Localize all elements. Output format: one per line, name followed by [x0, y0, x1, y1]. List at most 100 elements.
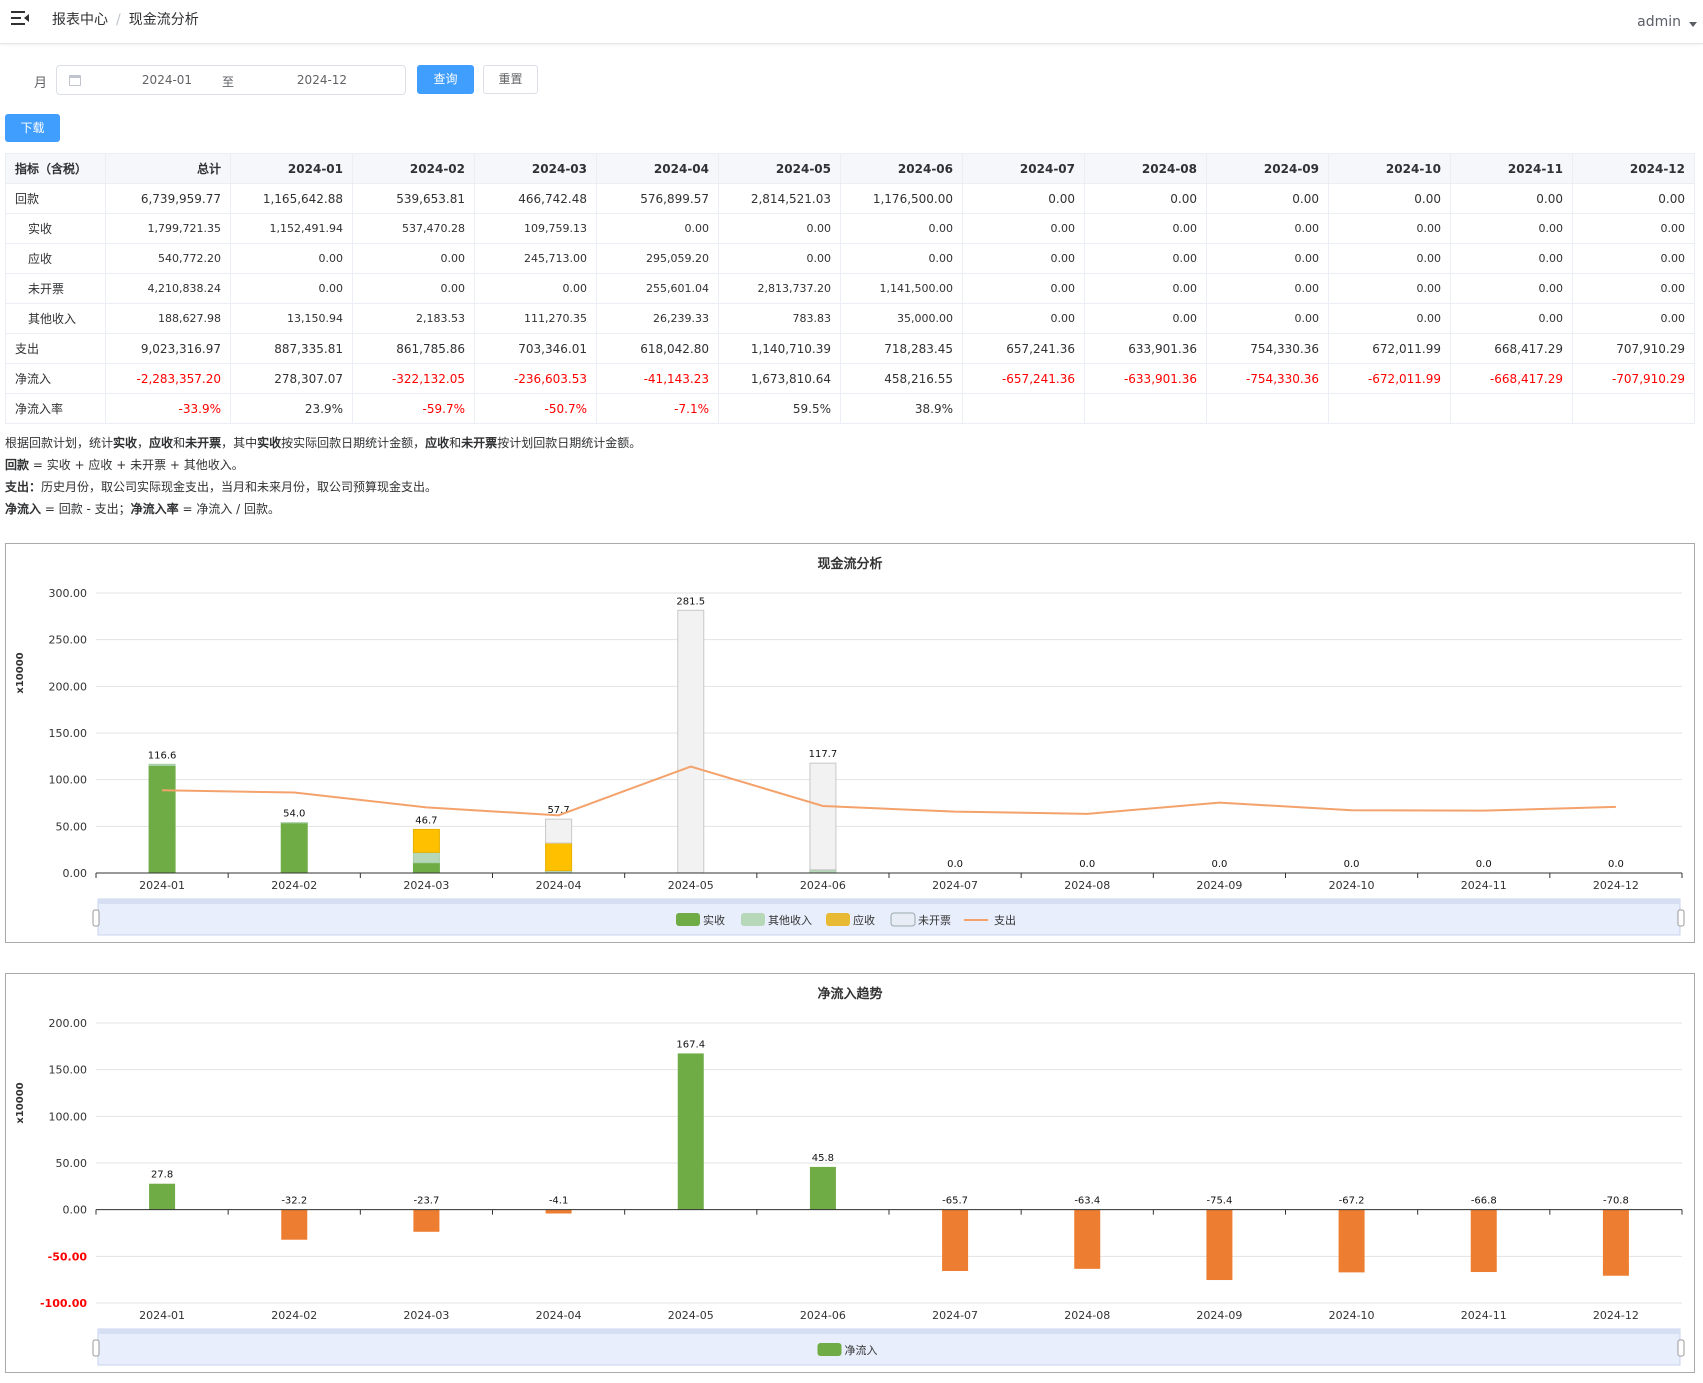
range-end-input[interactable]: 2024-12	[282, 73, 362, 87]
bar-segment	[148, 764, 176, 874]
table-cell: 0.00	[1084, 213, 1207, 244]
table-cell: 26,239.33	[596, 303, 719, 334]
table-cell: 0.00	[230, 243, 353, 274]
reset-button[interactable]: 重置	[483, 65, 538, 94]
data-label: 117.7	[809, 749, 838, 760]
legend-swatch	[826, 913, 850, 926]
table-cell: 618,042.80	[596, 333, 719, 364]
x-tick-label: 2024-05	[668, 1309, 714, 1322]
slider-left-handle	[92, 909, 100, 927]
table-cell: 0.00	[1206, 303, 1329, 334]
row-label: 其他收入	[5, 303, 106, 334]
table-cell: 59.5%	[718, 393, 841, 424]
table-cell: 540,772.20	[105, 243, 231, 274]
cashflow-table: 指标（含税） 总计 2024-01 2024-02 2024-03 2024-04 2024…	[5, 153, 1695, 424]
table-row: 净流入 -2,283,357.20 278,307.07 -322,132.05 -23…	[5, 363, 1695, 394]
top-bar: 报表中心 / 现金流分析 admin	[0, 0, 1703, 44]
table-cell: 0.00	[1572, 243, 1695, 274]
legend-swatch	[676, 913, 700, 926]
month-range-picker[interactable]: 2024-01 至 2024-12	[56, 65, 406, 95]
zoom-slider-track	[98, 899, 1680, 904]
table-cell	[1572, 393, 1695, 424]
table-cell: 0.00	[1328, 183, 1451, 214]
table-cell: 13,150.94	[230, 303, 353, 334]
month-filter-label: 月	[34, 76, 48, 91]
y-tick-label: 100.00	[49, 1110, 88, 1123]
data-label: 27.8	[151, 1170, 173, 1181]
table-cell: 0.00	[718, 243, 841, 274]
legend-swatch	[890, 912, 916, 927]
table-cell: 255,601.04	[596, 273, 719, 304]
data-label: 0.0	[1608, 859, 1624, 870]
table-cell: 0.00	[1450, 273, 1573, 304]
data-label: -70.8	[1603, 1196, 1629, 1207]
x-tick-label: 2024-12	[1593, 879, 1639, 892]
table-cell: 0.00	[474, 273, 597, 304]
x-tick-label: 2024-02	[271, 1309, 317, 1322]
y-tick-label: 50.00	[56, 820, 88, 833]
download-button[interactable]: 下载	[5, 114, 60, 142]
table-cell: 245,713.00	[474, 243, 597, 274]
table-cell: -657,241.36	[962, 363, 1085, 394]
column-header: 2024-04	[596, 153, 719, 184]
column-header: 2024-08	[1084, 153, 1207, 184]
query-button[interactable]: 查询	[417, 65, 474, 94]
data-label: 0.0	[1211, 859, 1227, 870]
table-cell: 0.00	[962, 183, 1085, 214]
table-cell: 458,216.55	[840, 363, 963, 394]
net-bar	[1338, 1209, 1365, 1273]
y-tick-label: 300.00	[49, 587, 88, 600]
net-bar	[545, 1209, 572, 1214]
table-cell: 576,899.57	[596, 183, 719, 214]
range-separator: 至	[222, 75, 235, 89]
net-bar	[1206, 1209, 1233, 1281]
x-tick-label: 2024-08	[1064, 879, 1110, 892]
netflow-chart: 净流入趋势 x10000 200.00 150.00 100.00 50.00 0.00 -5…	[5, 973, 1695, 1373]
table-row: 应收 540,772.20 0.00 0.00 245,713.00 295,059.20…	[5, 243, 1695, 274]
table-cell: 0.00	[1328, 303, 1451, 334]
net-bar	[413, 1209, 440, 1232]
bar-segment	[545, 842, 573, 872]
net-bar	[1470, 1209, 1497, 1273]
calendar-icon	[69, 75, 81, 86]
breadcrumb-item-current: 现金流分析	[128, 12, 199, 28]
x-tick-label: 2024-01	[139, 1309, 185, 1322]
range-start-input[interactable]: 2024-01	[127, 73, 207, 87]
table-cell: 0.00	[1084, 183, 1207, 214]
x-tick-label: 2024-08	[1064, 1309, 1110, 1322]
slider-right-handle	[1677, 909, 1685, 927]
net-bar	[677, 1053, 704, 1210]
data-label: 281.5	[676, 596, 705, 607]
net-bar	[281, 1209, 308, 1240]
data-label: -63.4	[1074, 1196, 1100, 1207]
x-tick-label: 2024-10	[1329, 1309, 1375, 1322]
table-cell: 0.00	[1450, 303, 1573, 334]
note-line-3: 支出：历史月份，取公司实际现金支出，当月和未来月份，取公司预算现金支出。	[5, 480, 438, 494]
table-cell: -50.7%	[474, 393, 597, 424]
net-bar	[809, 1166, 836, 1210]
column-header: 2024-01	[230, 153, 353, 184]
netflow-chart-svg: 净流入趋势 x10000 200.00 150.00 100.00 50.00 0.00 -5…	[15, 986, 1685, 1366]
y-tick-label: 100.00	[49, 774, 88, 787]
table-cell: 6,739,959.77	[105, 183, 231, 214]
column-header: 总计	[105, 153, 231, 184]
legend-swatch	[817, 1343, 842, 1356]
table-cell: 0.00	[962, 213, 1085, 244]
table-cell: 0.00	[1328, 243, 1451, 274]
y-tick-label: 0.00	[63, 867, 88, 880]
breadcrumb-item-report-center[interactable]: 报表中心	[52, 12, 108, 28]
table-cell: 2,813,737.20	[718, 273, 841, 304]
table-cell: 703,346.01	[474, 333, 597, 364]
user-menu[interactable]: admin	[1637, 14, 1681, 30]
table-cell: 718,283.45	[840, 333, 963, 364]
row-label: 支出	[5, 333, 106, 364]
table-cell: -2,283,357.20	[105, 363, 231, 394]
legend-label: 其他收入	[768, 913, 812, 927]
zoom-slider-track	[98, 1329, 1680, 1334]
column-header: 2024-11	[1450, 153, 1573, 184]
menu-toggle-icon[interactable]	[11, 11, 29, 25]
data-label: 54.0	[283, 809, 305, 820]
row-label: 未开票	[5, 273, 106, 304]
y-tick-label: 250.00	[49, 634, 88, 647]
chevron-down-icon[interactable]	[1689, 22, 1697, 27]
